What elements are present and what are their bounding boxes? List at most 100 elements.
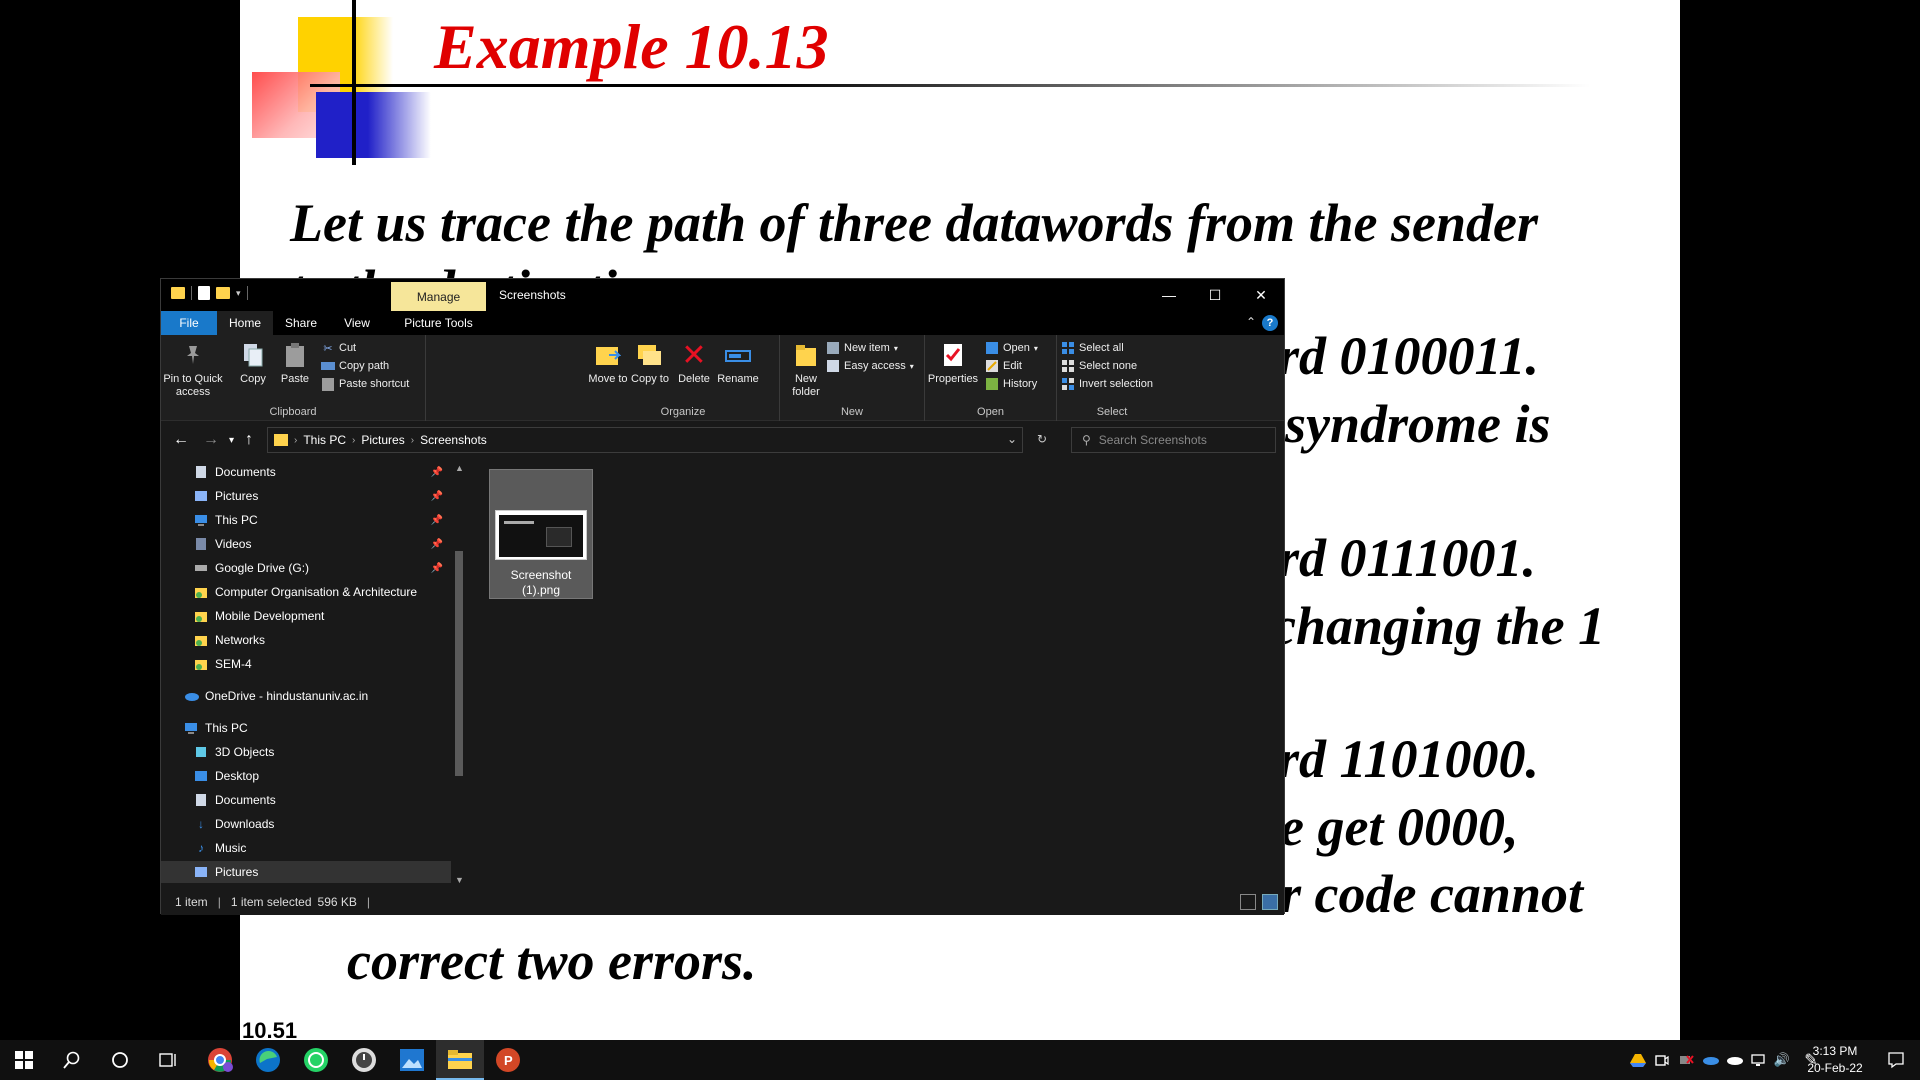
pin-icon[interactable]: 📌 (431, 467, 443, 478)
nav-item-videos[interactable]: Videos 📌 (161, 533, 451, 555)
edit-button[interactable]: Edit (985, 359, 1022, 373)
paste-icon (282, 341, 308, 369)
breadcrumb-separator: › (410, 434, 415, 446)
window-title: Screenshots (499, 288, 566, 302)
nav-item-downloads[interactable]: ↓ Downloads (161, 813, 451, 835)
back-arrow-icon[interactable]: ← (173, 431, 189, 449)
nav-item-mobile-development[interactable]: Mobile Development (161, 605, 451, 627)
search-button[interactable] (48, 1040, 96, 1080)
nav-item-this-pc[interactable]: This PC 📌 (161, 509, 451, 531)
search-input[interactable]: ⚲ Search Screenshots (1071, 427, 1276, 453)
meet-icon[interactable] (1650, 1053, 1674, 1067)
breadcrumb-pictures[interactable]: Pictures (361, 433, 404, 447)
nav-item-pictures[interactable]: Pictures 📌 (161, 485, 451, 507)
refresh-icon[interactable]: ↻ (1037, 432, 1047, 446)
network-error-icon[interactable] (1674, 1053, 1698, 1067)
cortana-button[interactable] (96, 1040, 144, 1080)
close-icon[interactable]: ✕ (1238, 279, 1284, 311)
scroll-up-icon[interactable]: ▲ (455, 463, 464, 473)
google-drive-icon[interactable] (1626, 1053, 1650, 1067)
invert-selection-button[interactable]: Invert selection (1061, 377, 1153, 391)
up-arrow-icon[interactable]: ↑ (245, 431, 253, 449)
slide-text-line: e get 0000, (1280, 797, 1519, 857)
whatsapp-app[interactable] (292, 1040, 340, 1080)
volume-icon[interactable]: 🔊 (1770, 1052, 1794, 1068)
copy-button[interactable]: Copy (231, 341, 275, 386)
file-explorer-app[interactable] (436, 1040, 484, 1080)
slide-text-line: correct two errors. (347, 931, 757, 991)
nav-item-sem-4[interactable]: SEM-4 (161, 653, 451, 675)
minimize-icon[interactable]: — (1146, 279, 1192, 311)
powerpoint-app[interactable]: P (484, 1040, 532, 1080)
properties-icon[interactable] (198, 286, 210, 300)
pin-icon[interactable]: 📌 (431, 539, 443, 550)
new-folder-button[interactable]: New folder (784, 341, 828, 399)
cut-button[interactable]: ✂ Cut (321, 341, 356, 355)
properties-button[interactable]: Properties (925, 341, 981, 386)
forward-arrow-icon[interactable]: → (203, 431, 219, 449)
copy-path-button[interactable]: Copy path (321, 359, 389, 373)
new-item-button[interactable]: New item ▾ (826, 341, 898, 355)
tab-view[interactable]: View (329, 311, 385, 335)
nav-item-this-pc-root[interactable]: This PC (161, 717, 451, 739)
nav-item-documents[interactable]: Documents 📌 (161, 461, 451, 483)
select-none-button[interactable]: Select none (1061, 359, 1137, 373)
nav-item-computer-organisation[interactable]: Computer Organisation & Architecture (161, 581, 451, 603)
paste-button[interactable]: Paste (273, 341, 317, 386)
nav-item-3d-objects[interactable]: 3D Objects (161, 741, 451, 763)
nav-scrollbar[interactable]: ▲ ▼ (451, 461, 467, 889)
breadcrumb-this-pc[interactable]: This PC (303, 433, 346, 447)
clock[interactable]: 3:13 PM 20-Feb-22 (1795, 1043, 1875, 1077)
onedrive-personal-icon[interactable] (1722, 1055, 1746, 1065)
tab-file[interactable]: File (161, 311, 217, 335)
recent-locations-icon[interactable]: ▾ (229, 435, 234, 446)
large-icons-view-icon[interactable] (1262, 894, 1278, 910)
breadcrumb-screenshots[interactable]: Screenshots (420, 433, 487, 447)
folder-icon (193, 585, 209, 599)
scroll-down-icon[interactable]: ▼ (455, 875, 464, 885)
nav-item-onedrive[interactable]: OneDrive - hindustanuniv.ac.in (161, 685, 451, 707)
open-button[interactable]: Open ▾ (985, 341, 1038, 355)
network-icon[interactable] (1746, 1053, 1770, 1067)
file-item[interactable]: Screenshot (1).png (489, 469, 593, 599)
photos-app[interactable] (388, 1040, 436, 1080)
new-folder-icon[interactable] (216, 287, 230, 299)
pin-to-quick-access-button[interactable]: Pin to Quick access (163, 341, 223, 399)
nav-item-networks[interactable]: Networks (161, 629, 451, 651)
address-bar[interactable]: › This PC › Pictures › Screenshots (267, 427, 1023, 453)
scissors-icon: ✂ (323, 342, 333, 355)
nav-item-music[interactable]: ♪ Music (161, 837, 451, 859)
onedrive-icon[interactable] (1698, 1055, 1722, 1065)
tab-manage[interactable]: Manage (391, 282, 486, 311)
ribbon-tabs: File Home Share View Picture Tools ⌃ ? (161, 311, 1284, 335)
tab-share[interactable]: Share (273, 311, 329, 335)
easy-access-button[interactable]: Easy access ▾ (826, 359, 914, 373)
help-icon[interactable]: ? (1262, 315, 1278, 331)
nav-item-documents-pc[interactable]: Documents (161, 789, 451, 811)
task-view-button[interactable] (144, 1040, 192, 1080)
nav-item-desktop[interactable]: Desktop (161, 765, 451, 787)
chrome-app[interactable] (196, 1040, 244, 1080)
maximize-icon[interactable]: ☐ (1192, 279, 1238, 311)
start-button[interactable] (0, 1040, 48, 1080)
edge-app[interactable] (244, 1040, 292, 1080)
chevron-down-icon[interactable]: ⌄ (1007, 432, 1017, 446)
pin-icon[interactable]: 📌 (431, 515, 443, 526)
clock-app[interactable] (340, 1040, 388, 1080)
customize-qat-icon[interactable]: ▾ (236, 288, 241, 299)
details-view-icon[interactable] (1240, 894, 1256, 910)
title-bar[interactable]: ▾ Manage Screenshots — ☐ ✕ (161, 279, 1284, 311)
tab-home[interactable]: Home (217, 311, 273, 335)
tab-picture-tools[interactable]: Picture Tools (391, 311, 486, 335)
select-all-button[interactable]: Select all (1061, 341, 1124, 355)
pin-icon[interactable]: 📌 (431, 491, 443, 502)
select-all-icon (1061, 341, 1075, 355)
pin-icon[interactable]: 📌 (431, 563, 443, 574)
history-button[interactable]: History (985, 377, 1037, 391)
paste-shortcut-button[interactable]: Paste shortcut (321, 377, 409, 391)
nav-item-google-drive[interactable]: Google Drive (G:) 📌 (161, 557, 451, 579)
collapse-ribbon-icon[interactable]: ⌃ (1246, 315, 1256, 329)
nav-item-pictures-pc[interactable]: Pictures (161, 861, 451, 883)
scrollbar-thumb[interactable] (455, 551, 463, 776)
notification-button[interactable] (1872, 1040, 1920, 1080)
